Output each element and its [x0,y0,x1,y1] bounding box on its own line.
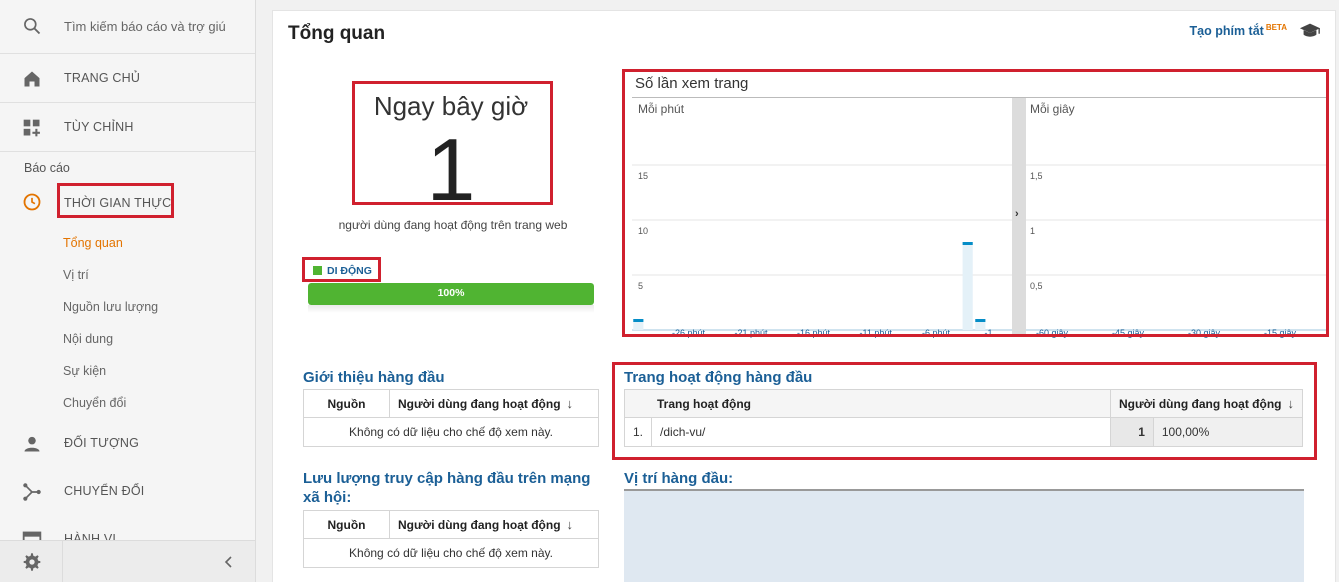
progress-shadow [308,305,594,313]
column-active-users[interactable]: Người dùng đang hoạt động ↓ [389,510,599,539]
acquisition-icon [23,483,41,501]
main-panel: Tổng quan Tạo phím tắt BETA Ngay bây giờ … [272,10,1336,582]
admin-button[interactable] [0,541,63,582]
nav-customize-label: TÙY CHỈNH [64,120,134,134]
realtime-item-traffic-sources[interactable]: Nguồn lưu lượng [63,300,158,314]
device-progress-bar: 100% [308,283,594,305]
table-row: Không có dữ liệu cho chế độ xem này. [303,417,599,447]
active-users-count: 1 [426,120,476,219]
empty-message: Không có dữ liệu cho chế độ xem này. [303,538,599,568]
device-label: DI ĐỘNG [327,265,372,277]
graduation-cap-icon[interactable] [1299,20,1321,42]
dashboard-add-icon [23,119,40,137]
mobile-color-swatch [313,266,322,275]
sidebar: TRANG CHỦ TÙY CHỈNH Báo cáo THỜI GIAN TH… [0,0,256,582]
reports-section-label: Báo cáo [24,161,70,175]
gear-icon [23,553,41,571]
create-shortcut-label: Tạo phím tắt [1189,24,1264,39]
locations-map[interactable] [624,489,1304,582]
table-header-row: Nguồn Người dùng đang hoạt động ↓ [303,510,599,539]
create-shortcut-link[interactable]: Tạo phím tắt BETA [1190,23,1288,38]
nav-behavior[interactable]: HÀNH VI [0,516,255,540]
collapse-sidebar-icon[interactable] [221,554,237,570]
behavior-icon [22,531,42,540]
clock-icon [23,193,41,211]
nav-home[interactable]: TRANG CHỦ [0,55,255,103]
table-row: Không có dữ liệu cho chế độ xem này. [303,538,599,568]
sort-arrow-icon[interactable]: ↓ [567,517,574,532]
table-header-row: Nguồn Người dùng đang hoạt động ↓ [303,389,599,418]
beta-badge: BETA [1265,23,1287,32]
column-active-users-label: Người dùng đang hoạt động [398,518,561,532]
nav-behavior-label: HÀNH VI [64,532,117,540]
nav-acquisition[interactable]: CHUYỂN ĐỔI [0,468,255,516]
top-social-title: Lưu lượng truy cập hàng đầu trên mạng xã… [303,470,591,506]
search-input[interactable] [64,14,244,38]
nav-home-label: TRANG CHỦ [64,71,141,85]
device-progress-text: 100% [437,287,465,299]
realtime-item-content[interactable]: Nội dung [63,332,113,346]
device-legend-mobile: DI ĐỘNG [313,265,372,277]
active-now-label: Ngay bây giờ [373,91,529,121]
pageviews-highlight-box [622,69,1329,337]
nav-acquisition-label: CHUYỂN ĐỔI [64,484,145,498]
column-source[interactable]: Nguồn [303,510,390,539]
top-referrals-title: Giới thiệu hàng đầu [303,369,445,386]
realtime-highlight-box [57,183,174,218]
realtime-item-conversions[interactable]: Chuyển đổi [63,396,126,410]
column-active-users-label: Người dùng đang hoạt động [398,397,561,411]
search-icon[interactable] [22,16,42,36]
empty-message: Không có dữ liệu cho chế độ xem này. [303,417,599,447]
column-source-label: Nguồn [327,396,366,411]
search-bar [0,0,255,54]
sidebar-footer [0,540,255,582]
sort-arrow-icon[interactable]: ↓ [567,396,574,411]
top-locations-title: Vị trí hàng đầu: [624,470,734,487]
top-pages-highlight-box [612,362,1317,460]
realtime-item-events[interactable]: Sự kiện [63,364,106,378]
active-users-description: người dùng đang hoạt động trên trang web [338,218,568,232]
top-referrals-table: Nguồn Người dùng đang hoạt động ↓ Không c… [303,389,599,447]
person-icon [24,436,40,452]
column-active-users[interactable]: Người dùng đang hoạt động ↓ [389,389,599,418]
home-icon [24,71,40,87]
page-title: Tổng quan [288,23,386,44]
realtime-item-overview[interactable]: Tổng quan [63,236,123,250]
realtime-item-locations[interactable]: Vị trí [63,268,89,282]
nav-audience[interactable]: ĐỐI TƯỢNG [0,420,255,468]
nav-customize[interactable]: TÙY CHỈNH [0,104,255,152]
column-source-label: Nguồn [327,517,366,532]
nav-audience-label: ĐỐI TƯỢNG [64,436,140,450]
column-source[interactable]: Nguồn [303,389,390,418]
top-social-table: Nguồn Người dùng đang hoạt động ↓ Không c… [303,510,599,568]
analytics-app: TRANG CHỦ TÙY CHỈNH Báo cáo THỜI GIAN TH… [0,0,1339,582]
